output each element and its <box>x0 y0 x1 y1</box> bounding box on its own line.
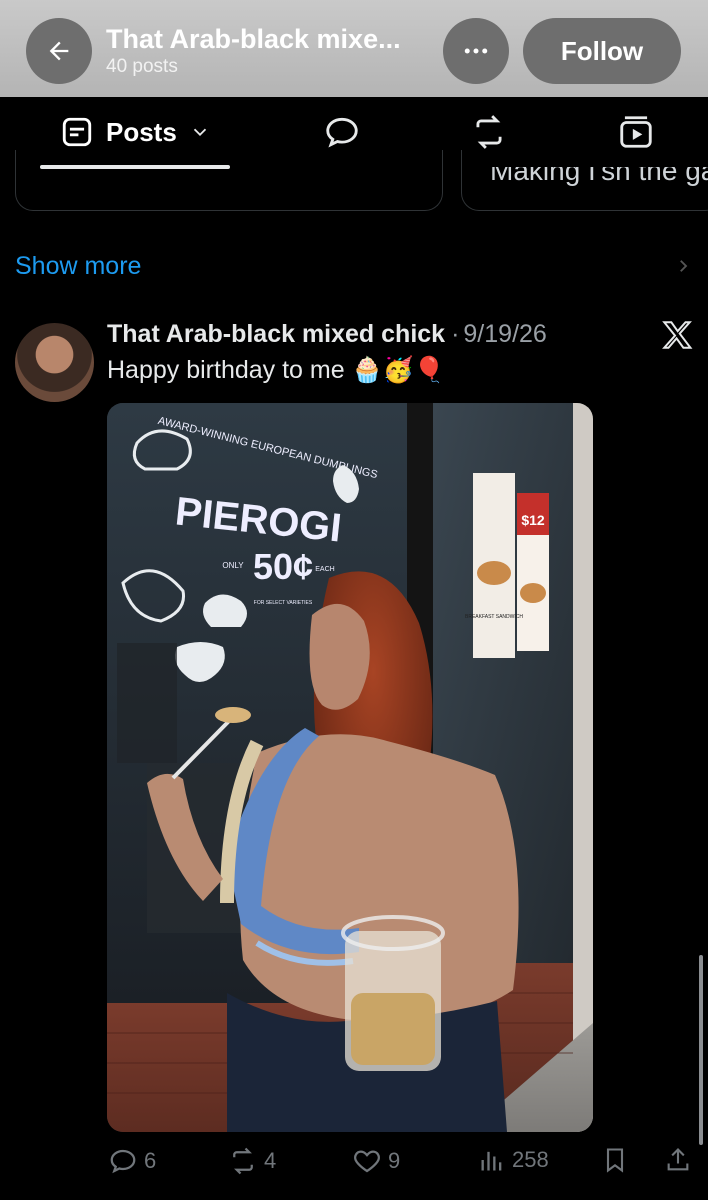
show-more-link[interactable]: Show more <box>15 252 141 281</box>
like-button[interactable]: 9 <box>352 1146 400 1176</box>
chevron-down-icon <box>193 128 206 137</box>
bar-chart-icon <box>481 1151 502 1171</box>
highlight-card-left[interactable] <box>15 150 443 211</box>
chevron-right-icon[interactable] <box>674 256 692 276</box>
ellipsis-icon <box>464 48 488 54</box>
posts-tab-icon <box>62 117 92 147</box>
repost-icon <box>233 1147 253 1175</box>
views-count: 258 <box>512 1147 549 1172</box>
post-author[interactable]: That Arab-black mixed chick <box>107 320 445 348</box>
follow-button[interactable]: Follow <box>523 18 681 84</box>
reply-count: 6 <box>144 1148 157 1173</box>
reposts-icon[interactable] <box>470 113 508 151</box>
like-count: 9 <box>388 1148 401 1173</box>
poster-caption: BREAKFAST SANDWICH <box>465 614 523 620</box>
post-text: Happy birthday to me 🧁🥳🎈 <box>107 356 445 384</box>
bookmark-icon[interactable] <box>601 1146 629 1174</box>
post-separator: · <box>451 320 460 348</box>
repost-button[interactable]: 4 <box>228 1146 276 1176</box>
window-each: EACH <box>315 566 334 573</box>
tab-posts-label: Posts <box>106 116 177 147</box>
poster-price: $12 <box>521 512 545 528</box>
x-logo-icon[interactable] <box>660 318 694 352</box>
more-button[interactable] <box>443 18 509 84</box>
heart-icon <box>354 1150 380 1173</box>
post-actions: 6 4 9 258 <box>0 1140 708 1184</box>
photo-illustration: $12 BREAKFAST SANDWICH AWARD-WINNING EUR… <box>107 403 593 1132</box>
replies-icon[interactable] <box>323 113 361 151</box>
window-only: ONLY <box>222 561 244 570</box>
reply-icon <box>110 1149 136 1174</box>
window-varieties: FOR SELECT VARIETIES <box>254 600 313 606</box>
avatar[interactable] <box>15 323 94 402</box>
post-date[interactable]: 9/19/26 <box>463 320 546 348</box>
share-icon[interactable] <box>664 1146 692 1174</box>
arrow-left-icon <box>49 41 69 61</box>
scrollbar[interactable] <box>699 955 703 1145</box>
media-icon[interactable] <box>617 113 655 151</box>
repost-count: 4 <box>264 1148 277 1173</box>
profile-header: That Arab-black mixe... 40 posts Follow <box>0 0 708 97</box>
tab-posts[interactable]: Posts <box>60 115 211 149</box>
window-price: 50¢ <box>253 546 313 587</box>
back-button[interactable] <box>26 18 92 84</box>
reply-button[interactable]: 6 <box>108 1146 156 1176</box>
post-photo[interactable]: $12 BREAKFAST SANDWICH AWARD-WINNING EUR… <box>107 403 593 1132</box>
posts-count: 40 posts <box>106 56 178 77</box>
views-button[interactable]: 258 <box>478 1146 549 1174</box>
post-header: That Arab-black mixed chick · 9/19/26 <box>107 320 547 349</box>
profile-title: That Arab-black mixe... <box>106 24 401 54</box>
